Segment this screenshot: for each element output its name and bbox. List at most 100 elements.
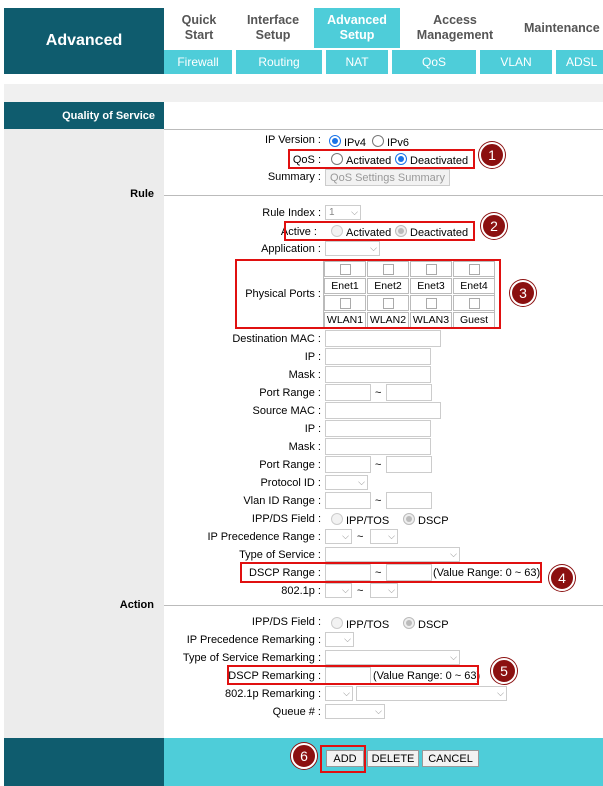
chevron-down-icon: ⌵ [342,585,349,595]
dest-mask-input[interactable] [325,366,431,383]
src-ip-label: IP : [304,423,321,435]
src-port-end-input[interactable] [386,456,432,473]
rule-ipptos-label: IPP/TOS [346,515,390,527]
tab-quick-start[interactable]: Quick Start [164,8,234,48]
tab-interface-setup[interactable]: Interface Setup [234,8,312,48]
ipv4-radio[interactable] [329,135,341,147]
ip-precedence-range-label: IP Precedence Range : [207,531,321,543]
type-of-service-label: Type of Service : [239,549,321,561]
rule-ipptos-radio[interactable] [331,513,343,525]
action-dscp-radio[interactable] [403,617,415,629]
qos-summary-button[interactable]: QoS Settings Summary [325,169,450,186]
tab-advanced-setup[interactable]: Advanced Setup [314,8,400,48]
tilde-separator: ~ [375,495,382,507]
sub-nav: Firewall Routing NAT QoS VLAN ADSL [164,48,603,74]
ipv6-radio[interactable] [372,135,384,147]
rule-dscp-label: DSCP [418,515,449,527]
chevron-down-icon: ⌵ [343,688,350,698]
dest-ip-input[interactable] [325,348,431,365]
footer-left [4,738,164,786]
p8021-label: 802.1p : [281,585,321,597]
tab-access-management[interactable]: Access Management [400,8,510,48]
vlan-end-input[interactable] [386,492,432,509]
p8021-start-select[interactable]: ⌵ [325,583,352,598]
src-mask-input[interactable] [325,438,431,455]
annotation-box-ports [235,259,501,329]
type-of-service-select[interactable]: ⌵ [325,547,460,562]
dest-port-start-input[interactable] [325,384,371,401]
chevron-down-icon: ⌵ [344,634,351,644]
subtab-adsl[interactable]: ADSL [556,50,603,74]
rule-index-value: 1 [329,207,335,218]
chevron-down-icon: ⌵ [370,243,377,253]
annotation-badge-6: 6 [291,743,317,769]
src-port-start-input[interactable] [325,456,371,473]
annotation-badge-3: 3 [510,280,536,306]
tilde-separator: ~ [375,459,382,471]
action-ipptos-radio[interactable] [331,617,343,629]
action-ippds-field-label: IPP/DS Field : [251,616,321,628]
tilde-separator: ~ [357,585,364,597]
subtab-firewall[interactable]: Firewall [164,50,232,74]
vlan-start-input[interactable] [325,492,371,509]
chevron-down-icon: ⌵ [450,652,457,662]
queue-select[interactable]: ⌵ [325,704,385,719]
annotation-box-qos [288,149,475,169]
chevron-down-icon: ⌵ [497,688,504,698]
dest-port-range-label: Port Range : [259,387,321,399]
annotation-box-add [320,745,366,773]
src-mac-input[interactable] [325,402,441,419]
ipv4-label: IPv4 [344,137,367,149]
ip-prec-remark-select[interactable]: ⌵ [325,632,354,647]
tos-remark-select[interactable]: ⌵ [325,650,460,665]
section-header-bar [164,102,603,129]
application-select[interactable]: ⌵ [325,241,380,256]
rule-index-label: Rule Index : [262,207,321,219]
tab-maintenance[interactable]: Maintenance [510,8,603,48]
section-qos-title: Quality of Service [4,102,164,129]
application-label: Application : [261,243,321,255]
ip-prec-end-select[interactable]: ⌵ [370,529,398,544]
p8021-remark-value-select[interactable]: ⌵ [356,686,507,701]
annotation-box-dscp-range [240,562,542,583]
annotation-box-dscp-remark [227,665,479,685]
protocol-id-label: Protocol ID : [260,477,321,489]
queue-label: Queue # : [272,706,321,718]
section-action-title: Action [119,599,154,611]
dest-port-end-input[interactable] [386,384,432,401]
top-nav: Quick Start Interface Setup Advanced Setup … [164,8,603,48]
rule-index-select[interactable]: 1 ⌵ [325,205,361,220]
vlan-id-range-label: Vlan ID Range : [243,495,321,507]
annotation-badge-4: 4 [549,565,575,591]
annotation-badge-5: 5 [491,658,517,684]
dest-mask-label: Mask : [288,369,321,381]
ipv6-label: IPv6 [387,137,410,149]
dest-ip-label: IP : [304,351,321,363]
subtab-nat[interactable]: NAT [326,50,388,74]
section-rule-title: Rule [130,188,154,200]
subtab-vlan[interactable]: VLAN [480,50,552,74]
tilde-separator: ~ [375,387,382,399]
qos-page: Advanced Quick Start Interface Setup Advan… [0,0,603,786]
cancel-button[interactable]: CANCEL [422,750,479,767]
ip-precedence-remarking-label: IP Precedence Remarking : [186,634,321,646]
p8021-remark-select[interactable]: ⌵ [325,686,353,701]
subtab-routing[interactable]: Routing [236,50,322,74]
dest-mac-input[interactable] [325,330,441,347]
delete-button[interactable]: DELETE [367,750,419,767]
src-mac-label: Source MAC : [252,405,321,417]
rule-dscp-radio[interactable] [403,513,415,525]
ippds-field-label: IPP/DS Field : [251,513,321,525]
chevron-down-icon: ⌵ [351,207,358,217]
src-mask-label: Mask : [288,441,321,453]
src-ip-input[interactable] [325,420,431,437]
protocol-id-select[interactable]: ⌵ [325,475,368,490]
ip-prec-start-select[interactable]: ⌵ [325,529,352,544]
annotation-badge-1: 1 [479,142,505,168]
summary-label: Summary : [267,171,321,183]
annotation-box-active [284,221,475,241]
chevron-down-icon: ⌵ [388,531,395,541]
subtab-qos[interactable]: QoS [392,50,476,74]
p8021-end-select[interactable]: ⌵ [370,583,398,598]
chevron-down-icon: ⌵ [358,477,365,487]
